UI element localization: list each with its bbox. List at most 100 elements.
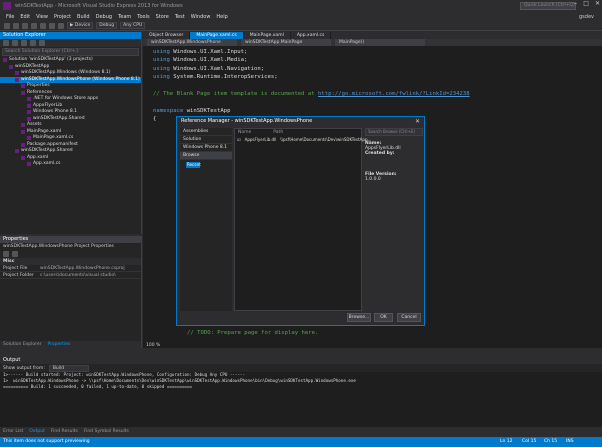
show-all-files-icon[interactable] <box>39 40 45 46</box>
output-source-select[interactable]: Build <box>48 364 89 372</box>
file-icon <box>21 123 25 128</box>
menu-tools[interactable]: Tools <box>137 14 149 20</box>
menu-project[interactable]: Project <box>54 14 71 20</box>
menu-view[interactable]: View <box>36 14 48 20</box>
home-icon[interactable] <box>3 40 9 46</box>
status-col: Col 15 <box>522 439 537 444</box>
back-icon[interactable] <box>4 22 10 29</box>
file-icon <box>21 155 25 160</box>
property-row[interactable]: Project File winSDKTestApp.WindowsPhone.c… <box>0 265 141 272</box>
category-browse[interactable]: Browse <box>180 152 232 160</box>
tree-item[interactable]: App.xaml.cs <box>0 161 141 168</box>
close-icon[interactable]: ✕ <box>595 0 600 7</box>
status-mode: INS <box>566 439 574 444</box>
collapse-icon[interactable] <box>30 40 36 46</box>
detail-created-label: Created by: <box>365 151 395 156</box>
column-path[interactable]: Path <box>273 129 283 136</box>
dialog-search-input[interactable]: Search Browse (Ctrl+E) <box>365 128 423 136</box>
file-icon <box>21 129 25 134</box>
menu-debug[interactable]: Debug <box>96 14 112 20</box>
solution-search-input[interactable]: Search Solution Explorer (Ctrl+;) <box>2 48 139 56</box>
platform-select[interactable]: Any CPU <box>120 22 146 29</box>
doc-tab[interactable]: Object Browser <box>143 32 191 39</box>
file-icon <box>3 58 7 63</box>
open-icon[interactable] <box>31 22 37 29</box>
code-text: Windows.UI.Xaml.Input; <box>173 49 248 55</box>
sync-icon[interactable] <box>12 40 18 46</box>
ok-button[interactable]: OK <box>374 313 393 322</box>
output-text[interactable]: 1>------ Build started: Project: winSDKT… <box>0 372 602 390</box>
code-area[interactable]: using Windows.UI.Xaml.Input; using Window… <box>153 48 470 124</box>
redo-icon[interactable] <box>58 22 64 29</box>
output-tab[interactable]: Find Symbol Results <box>84 428 129 436</box>
output-tab[interactable]: Error List <box>3 428 23 436</box>
browse-button[interactable]: Browse... <box>347 313 371 322</box>
panel-tab[interactable]: Solution Explorer <box>3 341 42 348</box>
menu-build[interactable]: Build <box>77 14 90 20</box>
code-line: // The Blank Page item template is docum… <box>153 90 470 98</box>
output-tab[interactable]: Find Results <box>51 428 78 436</box>
properties-section: Misc <box>0 258 141 265</box>
config-select[interactable]: Debug <box>96 22 118 29</box>
nav-dropdown[interactable]: MainPage() <box>335 39 425 46</box>
nav-dropdown[interactable]: winSDKTestApp.MainPage <box>241 39 331 46</box>
menu-bar: File Edit View Project Build Debug Team Tools St… <box>0 12 602 21</box>
zoom-level[interactable]: 100 % <box>143 343 160 348</box>
keyword: using <box>153 74 174 81</box>
menu-edit[interactable]: Edit <box>20 14 30 20</box>
reference-list: Name Path ☑ AppsFlyerLib.dll \\psf\Home\Doc… <box>234 128 371 311</box>
run-device-button[interactable]: ▶ Device <box>67 22 94 29</box>
doc-tab[interactable]: App.xaml.cs <box>291 32 332 39</box>
doc-link[interactable]: http://go.microsoft.com/fwlink/?LinkId=2… <box>318 91 470 97</box>
categorized-icon[interactable] <box>3 251 9 257</box>
save-icon[interactable] <box>40 22 46 29</box>
output-panel: Output Show output from: Build 1>------ B… <box>0 357 602 427</box>
maximize-icon[interactable]: □ <box>583 0 589 7</box>
minimize-icon[interactable]: – <box>574 0 577 7</box>
menu-store[interactable]: Store <box>156 14 169 20</box>
doc-tab[interactable]: MainPage.xaml.cs <box>190 32 244 39</box>
dialog-title: Reference Manager - winSDKTestApp.Window… <box>177 117 424 126</box>
nav-dropdown[interactable]: winSDKTestApp.WindowsPhone <box>147 39 237 46</box>
reference-row[interactable]: ☑ AppsFlyerLib.dll \\psf\Home\Documents\De… <box>235 136 371 143</box>
category-windows-phone-8.1[interactable]: Windows Phone 8.1 <box>180 144 232 152</box>
panel-tab[interactable]: Properties <box>48 341 71 348</box>
file-icon <box>21 90 25 95</box>
alphabetical-icon[interactable] <box>12 251 18 257</box>
code-text: { <box>153 116 157 123</box>
device-label: Device <box>74 23 91 28</box>
column-name[interactable]: Name <box>238 129 251 136</box>
show-output-label: Show output from: <box>3 365 45 371</box>
category-assemblies[interactable]: Assemblies <box>180 128 232 136</box>
recent-button[interactable]: Recent <box>186 162 201 168</box>
refresh-icon[interactable] <box>21 40 27 46</box>
reference-path: \\psf\Home\Documents\Dev\winSDKTestApp..… <box>280 137 372 142</box>
quick-launch-input[interactable]: Quick Launch (Ctrl+Q) <box>520 2 576 10</box>
doc-tab[interactable]: MainPage.xaml <box>244 32 291 39</box>
category-solution[interactable]: Solution <box>180 136 232 144</box>
cancel-button[interactable]: Cancel <box>397 313 421 322</box>
reference-manager-dialog: Reference Manager - winSDKTestApp.Window… <box>176 116 425 326</box>
new-project-icon[interactable] <box>22 22 28 29</box>
code-text: Windows.UI.Xaml.Media; <box>173 57 248 64</box>
user-name[interactable]: gsdev <box>579 14 594 20</box>
menu-help[interactable]: Help <box>216 14 227 20</box>
menu-file[interactable]: File <box>6 14 14 20</box>
dialog-close-icon[interactable]: ✕ <box>415 118 420 125</box>
reference-categories: Assemblies Solution Windows Phone 8.1 Brows… <box>180 128 232 311</box>
property-row[interactable]: Project Folder c:\users\documents\visual … <box>0 272 141 279</box>
menu-test[interactable]: Test <box>175 14 185 20</box>
checkbox-icon[interactable]: ☑ <box>237 136 241 143</box>
window-title: winSDKTestApp - Microsoft Visual Studio … <box>15 3 183 9</box>
forward-icon[interactable] <box>13 22 19 29</box>
output-tab[interactable]: Output <box>29 428 45 436</box>
menu-team[interactable]: Team <box>118 14 131 20</box>
code-line: using System.Runtime.InteropServices; <box>153 73 470 81</box>
tree-item[interactable]: winSDKTestApp.WindowsPhone (Windows Phon… <box>0 76 141 83</box>
undo-icon[interactable] <box>49 22 55 29</box>
visual-studio-logo-icon <box>3 2 11 10</box>
reference-name: AppsFlyerLib.dll <box>244 137 277 142</box>
menu-window[interactable]: Window <box>191 14 211 20</box>
